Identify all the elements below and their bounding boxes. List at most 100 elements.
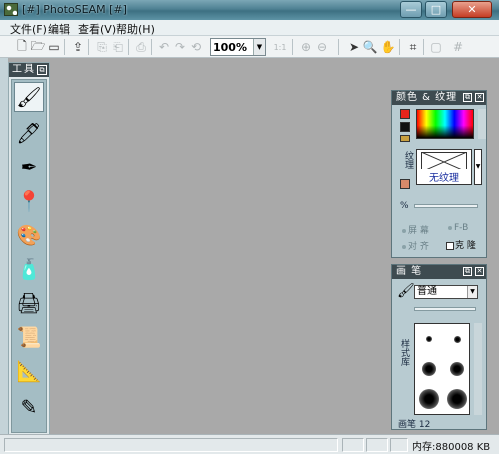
paste-icon[interactable]: ⎗ xyxy=(110,39,126,55)
dock-icon[interactable]: ⧉ xyxy=(463,267,472,276)
zoom-select[interactable]: 100% ▼ xyxy=(210,38,266,56)
status-cell xyxy=(4,438,338,452)
color-panel-title: 颜色 & 纹理 xyxy=(396,92,458,103)
maximize-button[interactable]: □ xyxy=(425,1,447,18)
foreground-color-swatch[interactable] xyxy=(400,109,410,119)
airbrush-icon[interactable]: ✒ xyxy=(14,152,44,182)
crop-icon[interactable]: ⌗ xyxy=(405,39,421,55)
close-panel-icon[interactable]: ✕ xyxy=(475,93,484,102)
export-icon[interactable]: ⇪ xyxy=(70,39,86,55)
magnifier-icon[interactable]: 🔍 xyxy=(362,39,378,55)
undo-icon[interactable]: ↶ xyxy=(156,39,172,55)
scroll-icon[interactable]: 📜 xyxy=(14,322,44,352)
zoom-in-icon[interactable]: ⊕ xyxy=(298,39,314,55)
print-icon[interactable]: ⎙ xyxy=(133,39,149,55)
option-align-label: 对 齐 xyxy=(408,242,429,252)
tool-palette-header[interactable]: 工具 ⧉ xyxy=(9,63,49,77)
brush-tip[interactable] xyxy=(415,324,443,354)
radio-dot xyxy=(402,244,406,249)
brush-tip[interactable] xyxy=(415,384,443,414)
toolbar-divider xyxy=(292,39,293,55)
rotate-icon[interactable]: ⟲ xyxy=(188,39,204,55)
copy-icon[interactable]: ⎘ xyxy=(94,39,110,55)
texture-strength-slider[interactable] xyxy=(414,204,478,208)
paintbrush-icon[interactable]: 🖌 xyxy=(14,82,44,112)
menu-view[interactable]: 查看(V) xyxy=(78,21,116,37)
brush-mode-value: 普通 xyxy=(417,286,437,297)
background-color-swatch[interactable] xyxy=(400,122,410,132)
chevron-down-icon[interactable]: ▼ xyxy=(467,286,477,298)
close-button[interactable]: ✕ xyxy=(452,1,492,18)
brush-panel: 画 笔 ⧉ ✕ 🖌 普通 ▼ 样式库 画笔 12 xyxy=(391,264,487,430)
open-icon[interactable]: 🗁 xyxy=(30,39,46,55)
paint-tube-icon[interactable]: 🧴 xyxy=(14,254,44,284)
texture-side-label: 纹理 xyxy=(403,151,413,169)
window-title: [#] PhotoSEAM [#] xyxy=(22,3,127,16)
option-align[interactable]: 对 齐 xyxy=(402,239,429,252)
clone-checkbox[interactable]: 克 隆 xyxy=(446,238,476,251)
option-fb-label: F-B xyxy=(454,223,469,233)
color-panel-header[interactable]: 颜色 & 纹理 ⧉ ✕ xyxy=(392,91,486,105)
texture-dropdown[interactable]: ▼ xyxy=(474,149,482,185)
redo-icon[interactable]: ↷ xyxy=(172,39,188,55)
tool-palette: 工具 ⧉ 🖌 🖊 ✒ 📍 🎨 🧴 🖨 📜 📐 ✎ xyxy=(8,62,50,436)
grid-icon[interactable]: # xyxy=(450,39,466,55)
brush-small-icon[interactable]: ✎ xyxy=(14,392,44,422)
texture-preview[interactable]: 无纹理 xyxy=(416,149,472,185)
toolbar-divider xyxy=(88,39,89,55)
palette-icon[interactable]: 🎨 xyxy=(14,220,44,250)
actual-size-button[interactable]: 1:1 xyxy=(272,39,288,55)
dock-icon[interactable]: ⧉ xyxy=(463,93,472,102)
brush-panel-title: 画 笔 xyxy=(396,266,423,277)
tool-list: 🖌 🖊 ✒ 📍 🎨 🧴 🖨 📜 📐 ✎ xyxy=(11,79,47,433)
hand-icon[interactable]: ✋ xyxy=(380,39,396,55)
brush-tip[interactable] xyxy=(443,354,471,384)
pointer-icon[interactable]: ➤ xyxy=(346,39,362,55)
app-logo-icon xyxy=(4,3,18,16)
brush-tip[interactable] xyxy=(443,324,471,354)
pen-icon[interactable]: 🖊 xyxy=(14,118,44,148)
swap-colors-icon[interactable] xyxy=(400,135,410,142)
zoom-out-icon[interactable]: ⊖ xyxy=(314,39,330,55)
option-fb[interactable]: F-B xyxy=(448,223,468,233)
brush-tip[interactable] xyxy=(415,354,443,384)
brush-panel-header[interactable]: 画 笔 ⧉ ✕ xyxy=(392,265,486,279)
brush-opacity-slider[interactable] xyxy=(414,307,476,311)
color-spectrum-picker[interactable] xyxy=(416,109,474,139)
brush-tip[interactable] xyxy=(443,384,471,414)
toolbar: 🗋 🗁 ▭ ⇪ ⎘ ⎗ ⎙ ↶ ↷ ⟲ 100% ▼ 1:1 ⊕ ⊖ ➤ 🔍 ✋… xyxy=(0,36,499,58)
chevron-down-icon[interactable]: ▼ xyxy=(253,39,265,55)
dock-icon[interactable]: ⧉ xyxy=(37,65,47,75)
workspace-edge xyxy=(0,58,8,434)
memory-status: 内存:880008 KB xyxy=(412,442,491,453)
status-cell xyxy=(342,438,364,452)
brush-mode-select[interactable]: 普通 ▼ xyxy=(414,285,478,299)
spectrum-scrollbar[interactable] xyxy=(478,109,486,139)
stamp-icon[interactable]: 📍 xyxy=(14,186,44,216)
brush-grid-scrollbar[interactable] xyxy=(474,323,482,415)
save-icon[interactable]: ▭ xyxy=(46,39,62,55)
pencil-ruler-icon[interactable]: 📐 xyxy=(14,356,44,386)
zoom-value: 100% xyxy=(213,41,247,54)
minimize-button[interactable]: — xyxy=(400,1,422,18)
new-icon[interactable]: 🗋 xyxy=(14,39,30,55)
menu-edit[interactable]: 编辑 xyxy=(48,21,70,37)
close-panel-icon[interactable]: ✕ xyxy=(475,267,484,276)
menu-bar: 文件(F) 编辑 查看(V) 帮助(H) xyxy=(0,20,499,36)
checkbox-box xyxy=(446,241,454,250)
toolbar-divider xyxy=(399,39,400,55)
toolbar-divider xyxy=(128,39,129,55)
toolbar-divider xyxy=(338,39,339,55)
menu-help[interactable]: 帮助(H) xyxy=(116,21,155,37)
status-bar: 内存:880008 KB xyxy=(0,434,499,454)
menu-file[interactable]: 文件(F) xyxy=(10,21,47,37)
printer-tool-icon[interactable]: 🖨 xyxy=(14,288,44,318)
status-cell xyxy=(390,438,408,452)
brush-preview-icon: 🖌 xyxy=(397,283,415,299)
texture-tool-icon[interactable] xyxy=(400,179,410,189)
radio-dot xyxy=(448,225,452,230)
color-texture-panel: 颜色 & 纹理 ⧉ ✕ 纹理 无纹理 ▼ % 屏 幕 F-B 对 齐 克 隆 xyxy=(391,90,487,258)
clone-label: 克 隆 xyxy=(455,241,476,251)
frame-icon[interactable]: ▢ xyxy=(428,39,444,55)
option-screen[interactable]: 屏 幕 xyxy=(402,223,429,236)
